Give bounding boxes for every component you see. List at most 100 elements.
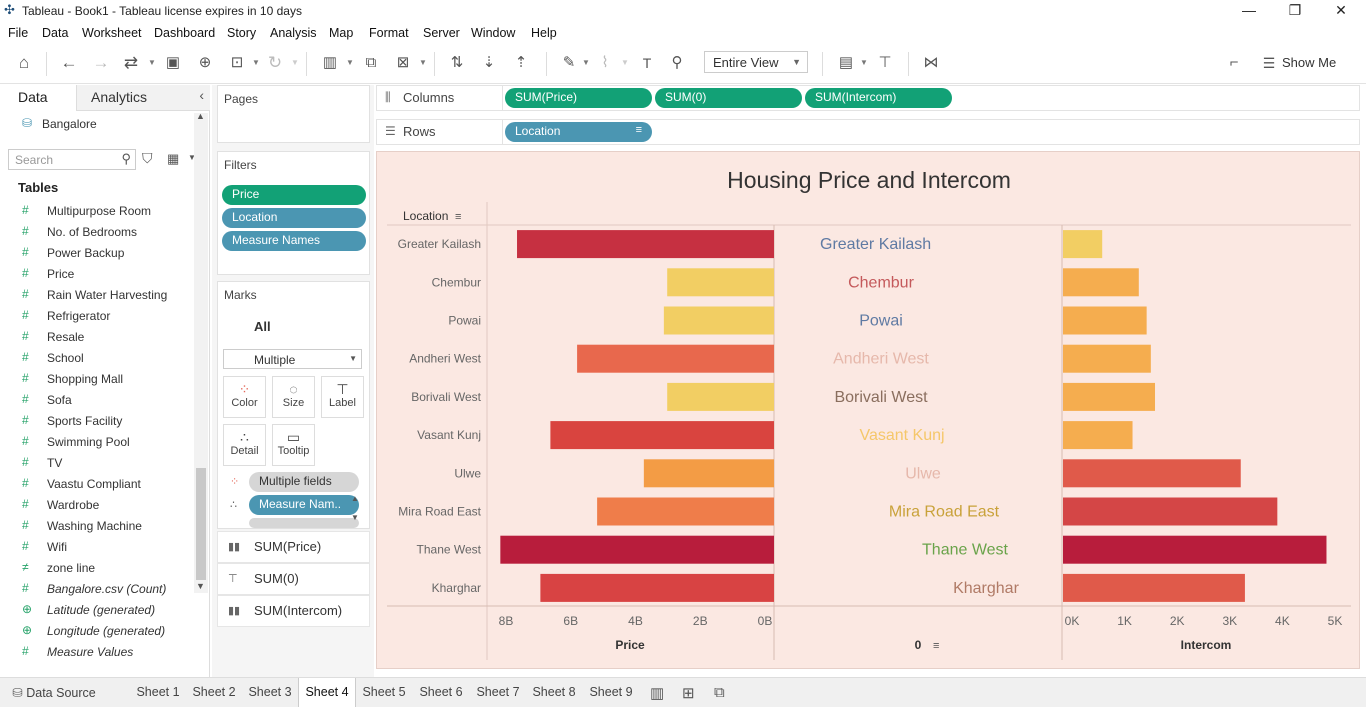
field-item[interactable]: ⊕ Latitude (generated)	[0, 600, 195, 620]
column-pill-zero[interactable]: SUM(0)	[655, 88, 802, 108]
intercom-bar[interactable]	[1063, 268, 1139, 297]
intercom-bar[interactable]	[1063, 230, 1103, 259]
price-bar[interactable]	[550, 421, 774, 450]
filter-pill-location[interactable]: Location	[222, 208, 366, 228]
view-options-icon[interactable]: ▦	[167, 151, 179, 167]
menu-file[interactable]: File	[8, 26, 28, 40]
measure-row-price[interactable]: ▮▮ SUM(Price)	[217, 531, 370, 563]
field-item[interactable]: # Multipurpose Room	[0, 201, 195, 221]
row-pill-location[interactable]: Location ≡	[505, 122, 652, 142]
tab-data[interactable]: Data	[0, 85, 76, 111]
tab-data-source[interactable]: ⛁ Data Source	[4, 678, 104, 707]
format-painter-icon[interactable]: ⌐	[1222, 52, 1246, 74]
price-bar[interactable]	[500, 535, 774, 564]
scroll-down-icon[interactable]: ▼	[196, 581, 205, 591]
field-item[interactable]: # Shopping Mall	[0, 369, 195, 389]
close-button[interactable]: ✕	[1318, 0, 1364, 22]
marks-pill-multiple-fields[interactable]: Multiple fields	[249, 472, 359, 492]
field-item[interactable]: # Bangalore.csv (Count)	[0, 579, 195, 599]
marks-all-tab[interactable]: All	[254, 319, 271, 334]
price-bar[interactable]	[643, 459, 774, 488]
menu-window[interactable]: Window	[471, 26, 515, 40]
highlight-icon[interactable]: ✎	[558, 52, 580, 74]
measure-row-intercom[interactable]: ▮▮ SUM(Intercom)	[217, 595, 370, 627]
refresh-icon[interactable]: ↻	[264, 52, 286, 74]
new-worksheet-tab-icon[interactable]: ▥	[650, 684, 664, 702]
tab-sheet-8[interactable]: Sheet 8	[526, 678, 582, 707]
marks-pill-measure-names[interactable]: Measure Nam..	[249, 495, 359, 515]
field-item[interactable]: # Sofa	[0, 390, 195, 410]
field-item[interactable]: # Wardrobe	[0, 495, 195, 515]
intercom-bar[interactable]	[1063, 344, 1151, 373]
new-story-tab-icon[interactable]: ⧉	[714, 684, 725, 701]
menu-worksheet[interactable]: Worksheet	[82, 26, 142, 40]
menu-dashboard[interactable]: Dashboard	[154, 26, 215, 40]
scroll-up-icon[interactable]: ▲	[196, 111, 205, 121]
sort-ascending-icon[interactable]: ⇣	[478, 52, 500, 74]
marks-scroll-down-icon[interactable]: ▼	[351, 513, 359, 522]
field-item[interactable]: # Swimming Pool	[0, 432, 195, 452]
replay-icon[interactable]: ⇄	[120, 52, 142, 74]
new-worksheet-icon[interactable]: ▥	[318, 52, 342, 74]
tab-sheet-5[interactable]: Sheet 5	[356, 678, 412, 707]
clear-sheet-icon[interactable]: ⊠	[392, 52, 414, 74]
new-datasource-icon[interactable]: ⊕	[194, 52, 216, 74]
new-dashboard-tab-icon[interactable]: ⊞	[682, 684, 695, 702]
duplicate-sheet-icon[interactable]: ⧉	[360, 52, 382, 74]
view-mode-select[interactable]: Entire View ▼	[704, 51, 808, 73]
marks-detail-button[interactable]: ∴ Detail	[223, 424, 266, 466]
field-item[interactable]: ⊕ Longitude (generated)	[0, 621, 195, 641]
menu-data[interactable]: Data	[42, 26, 68, 40]
row-header-sort-icon[interactable]: ≡	[455, 211, 461, 223]
field-item[interactable]: # Wifi	[0, 537, 195, 557]
row-header-location[interactable]: Location	[403, 209, 448, 223]
field-item[interactable]: # Vaastu Compliant	[0, 474, 195, 494]
show-me-icon[interactable]: ☰	[1260, 52, 1278, 74]
save-icon[interactable]: ▣	[162, 52, 184, 74]
tab-sheet-6[interactable]: Sheet 6	[413, 678, 469, 707]
intercom-bar[interactable]	[1063, 497, 1278, 526]
columns-shelf[interactable]: ⫼ Columns SUM(Price) SUM(0) SUM(Intercom)	[376, 85, 1360, 111]
scroll-thumb[interactable]	[196, 468, 206, 580]
measure-row-zero[interactable]: ⊤ SUM(0)	[217, 563, 370, 595]
marks-label-button[interactable]: ⊤ Label	[321, 376, 364, 418]
price-bar[interactable]	[517, 230, 774, 259]
price-bar[interactable]	[597, 497, 774, 526]
menu-format[interactable]: Format	[369, 26, 409, 40]
field-item[interactable]: # Rain Water Harvesting	[0, 285, 195, 305]
price-bar[interactable]	[540, 573, 774, 602]
minimize-button[interactable]: —	[1226, 0, 1272, 22]
field-item[interactable]: # Price	[0, 264, 195, 284]
tab-sheet-3[interactable]: Sheet 3	[242, 678, 298, 707]
menu-analysis[interactable]: Analysis	[270, 26, 317, 40]
field-item[interactable]: # School	[0, 348, 195, 368]
menu-server[interactable]: Server	[423, 26, 460, 40]
field-item[interactable]: # Washing Machine	[0, 516, 195, 536]
menu-map[interactable]: Map	[329, 26, 353, 40]
pages-card[interactable]: Pages	[217, 85, 370, 143]
field-item[interactable]: # Refrigerator	[0, 306, 195, 326]
datasource-name[interactable]: Bangalore	[42, 117, 97, 131]
data-pane-scrollbar[interactable]: ▲ ▼	[194, 111, 208, 593]
field-item[interactable]: # Measure Values	[0, 642, 195, 662]
field-item[interactable]: # Resale	[0, 327, 195, 347]
tab-analytics[interactable]: Analytics ‹	[76, 85, 210, 111]
redo-icon[interactable]: →	[90, 52, 112, 74]
price-bar[interactable]	[667, 268, 774, 297]
intercom-bar[interactable]	[1063, 459, 1241, 488]
intercom-bar[interactable]	[1063, 382, 1156, 411]
show-cards-icon[interactable]: ▤	[834, 52, 858, 74]
share-icon[interactable]: ⋈	[920, 52, 942, 74]
field-item[interactable]: # Sports Facility	[0, 411, 195, 431]
marks-pill-multiple-fields-2[interactable]	[249, 518, 359, 528]
price-bar[interactable]	[667, 382, 774, 411]
marks-size-button[interactable]: ◌ Size	[272, 376, 315, 418]
filters-card[interactable]: Filters Price Location Measure Names	[217, 151, 370, 275]
pause-updates-icon[interactable]: ⊡	[226, 52, 248, 74]
intercom-bar[interactable]	[1063, 306, 1147, 335]
price-bar[interactable]	[577, 344, 774, 373]
tab-sheet-4[interactable]: Sheet 4	[298, 678, 356, 707]
rows-shelf[interactable]: ☰ Rows Location ≡	[376, 119, 1360, 145]
maximize-button[interactable]: ❐	[1272, 0, 1318, 22]
marks-scroll-up-icon[interactable]: ▲	[351, 494, 359, 503]
